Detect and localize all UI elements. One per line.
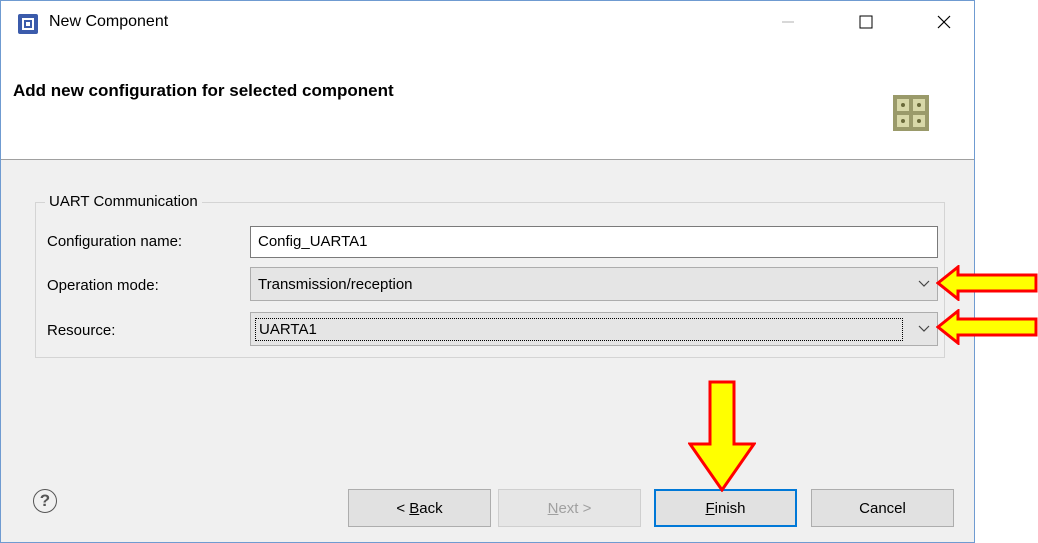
operation-mode-select[interactable]: Transmission/reception: [250, 267, 938, 301]
chevron-down-icon: [918, 325, 930, 332]
finish-rest: inish: [714, 499, 746, 517]
group-title: UART Communication: [45, 193, 202, 210]
resource-label: Resource:: [47, 322, 116, 339]
chip-icon: [18, 14, 38, 34]
next-button[interactable]: Next >: [498, 489, 641, 527]
component-grid-icon: [893, 95, 929, 131]
window-title: New Component: [49, 13, 169, 30]
cancel-button[interactable]: Cancel: [811, 489, 954, 527]
config-name-field[interactable]: Config_UARTA1: [250, 226, 938, 258]
resource-value: UARTA1: [255, 318, 903, 341]
finish-button[interactable]: Finish: [654, 489, 797, 527]
maximize-icon: [859, 15, 873, 29]
back-mnemonic: B: [409, 499, 420, 517]
arrow-down-icon: [688, 380, 756, 492]
minimize-button[interactable]: [763, 1, 813, 43]
title-bar: New Component: [1, 1, 974, 43]
wizard-header: Add new configuration for selected compo…: [1, 43, 974, 160]
maximize-button[interactable]: [841, 1, 891, 43]
operation-mode-value: Transmission/reception: [258, 276, 413, 293]
resource-select[interactable]: UARTA1: [250, 312, 938, 346]
close-icon: [937, 15, 951, 29]
minimize-icon: [782, 21, 794, 23]
close-button[interactable]: [919, 1, 969, 43]
arrow-left-icon: [936, 265, 1038, 301]
operation-mode-label: Operation mode:: [47, 277, 159, 294]
config-name-value: Config_UARTA1: [258, 233, 368, 250]
new-component-window: New Component Add new configuration for …: [0, 0, 975, 543]
finish-mnemonic: F: [705, 499, 715, 517]
chevron-down-icon: [918, 280, 930, 287]
next-rest: ext >: [558, 499, 592, 517]
help-icon[interactable]: ?: [33, 489, 57, 513]
page-title: Add new configuration for selected compo…: [13, 81, 394, 100]
next-mnemonic: N: [547, 499, 559, 517]
arrow-left-icon: [936, 309, 1038, 345]
config-name-label: Configuration name:: [47, 233, 183, 250]
back-rest: ack: [419, 499, 443, 517]
back-prefix: <: [396, 499, 410, 517]
back-button[interactable]: < Back: [348, 489, 491, 527]
